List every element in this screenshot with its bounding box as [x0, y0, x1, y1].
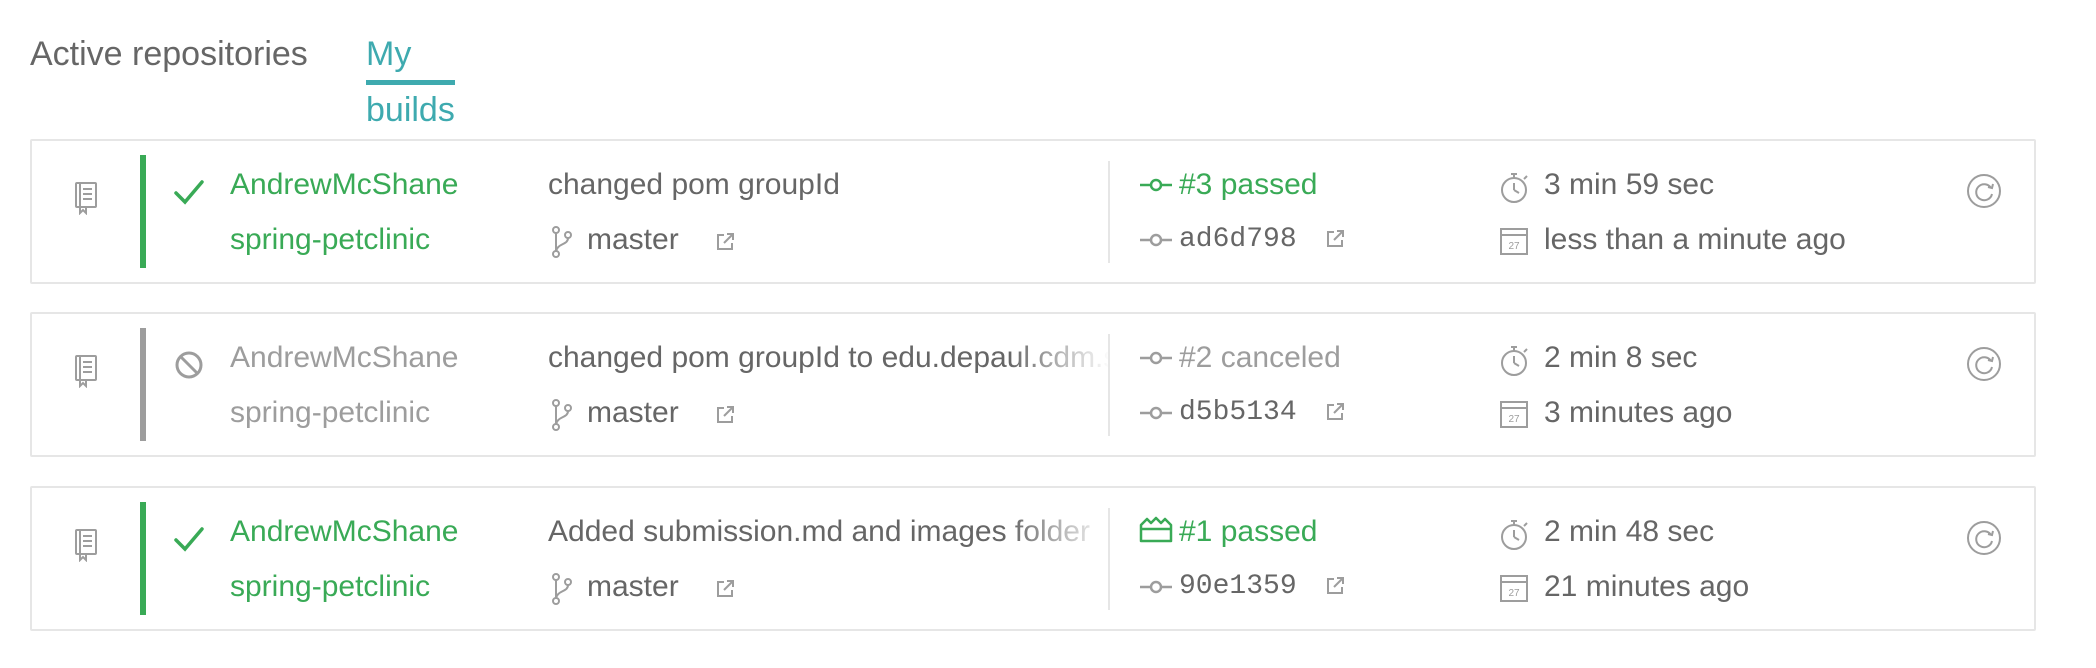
finished-time: 3 minutes ago: [1544, 396, 1733, 429]
tab-my-builds[interactable]: My builds: [366, 26, 455, 138]
push-icon: [1139, 516, 1173, 543]
row-divider: [1108, 508, 1110, 610]
status-bar: [140, 328, 146, 441]
build-duration: 2 min 48 sec: [1544, 515, 1715, 548]
finished-time: less than a minute ago: [1544, 223, 1846, 256]
calendar-icon: 27: [1500, 228, 1528, 255]
svg-text:27: 27: [1508, 588, 1520, 599]
check-icon: [174, 527, 204, 552]
repo-owner-link[interactable]: AndrewMcShane: [230, 512, 458, 552]
tab-active-repositories[interactable]: Active repositories: [30, 26, 308, 82]
svg-text:27: 27: [1508, 414, 1520, 425]
build-row[interactable]: AndrewMcShane spring-petclinic Added sub…: [30, 486, 2036, 631]
build-number-link[interactable]: #2 canceled: [1179, 338, 1341, 378]
restart-build-icon[interactable]: [1966, 346, 2002, 382]
build-number-link[interactable]: #1 passed: [1179, 512, 1317, 552]
commit-icon: [1140, 580, 1172, 594]
repo-icon: [75, 355, 97, 388]
build-number-link[interactable]: #3 passed: [1179, 165, 1317, 205]
repo-name-link[interactable]: spring-petclinic: [230, 220, 430, 260]
external-link-icon[interactable]: [715, 579, 735, 599]
build-row[interactable]: AndrewMcShane spring-petclinic changed p…: [30, 312, 2036, 457]
build-row[interactable]: AndrewMcShane spring-petclinic changed p…: [30, 139, 2036, 284]
repo-name-link[interactable]: spring-petclinic: [230, 393, 430, 433]
row-divider: [1108, 161, 1110, 263]
commit-icon: [1140, 233, 1172, 247]
calendar-icon: 27: [1500, 401, 1528, 428]
external-link-icon[interactable]: [1325, 576, 1345, 596]
stopwatch-icon: [1501, 520, 1528, 550]
external-link-icon[interactable]: [715, 232, 735, 252]
repo-owner-link[interactable]: AndrewMcShane: [230, 338, 458, 378]
canceled-icon: [175, 351, 203, 379]
commit-icon: [1140, 351, 1172, 365]
branch-icon: [552, 399, 572, 431]
commit-sha[interactable]: d5b5134: [1179, 393, 1297, 433]
build-duration: 3 min 59 sec: [1544, 168, 1715, 201]
repo-owner-link[interactable]: AndrewMcShane: [230, 165, 458, 205]
stopwatch-icon: [1501, 346, 1528, 376]
repo-icon: [75, 529, 97, 562]
row-divider: [1108, 334, 1110, 436]
commit-icon: [1140, 406, 1172, 420]
commit-sha[interactable]: 90e1359: [1179, 567, 1297, 607]
branch-icon: [552, 226, 572, 258]
calendar-icon: 27: [1500, 575, 1528, 602]
build-duration: 2 min 8 sec: [1544, 341, 1698, 374]
builds-tabs: Active repositories My builds: [30, 26, 455, 129]
commit-icon: [1140, 178, 1172, 192]
status-bar: [140, 502, 146, 615]
branch-name: master: [587, 570, 679, 603]
commit-message: changed pom groupId to edu.depaul.cdm.se: [548, 341, 1110, 374]
repo-icon: [75, 182, 97, 215]
restart-build-icon[interactable]: [1966, 520, 2002, 556]
external-link-icon[interactable]: [715, 405, 735, 425]
repo-name-link[interactable]: spring-petclinic: [230, 567, 430, 607]
stopwatch-icon: [1501, 173, 1528, 203]
check-icon: [174, 180, 204, 205]
branch-icon: [552, 573, 572, 605]
commit-message: changed pom groupId: [548, 168, 840, 201]
branch-name: master: [587, 223, 679, 256]
commit-sha[interactable]: ad6d798: [1179, 220, 1297, 260]
status-bar: [140, 155, 146, 268]
finished-time: 21 minutes ago: [1544, 570, 1750, 603]
branch-name: master: [587, 396, 679, 429]
external-link-icon[interactable]: [1325, 402, 1345, 422]
restart-build-icon[interactable]: [1966, 173, 2002, 209]
commit-message: Added submission.md and images folder: [548, 515, 1090, 548]
svg-text:27: 27: [1508, 241, 1520, 252]
external-link-icon[interactable]: [1325, 229, 1345, 249]
